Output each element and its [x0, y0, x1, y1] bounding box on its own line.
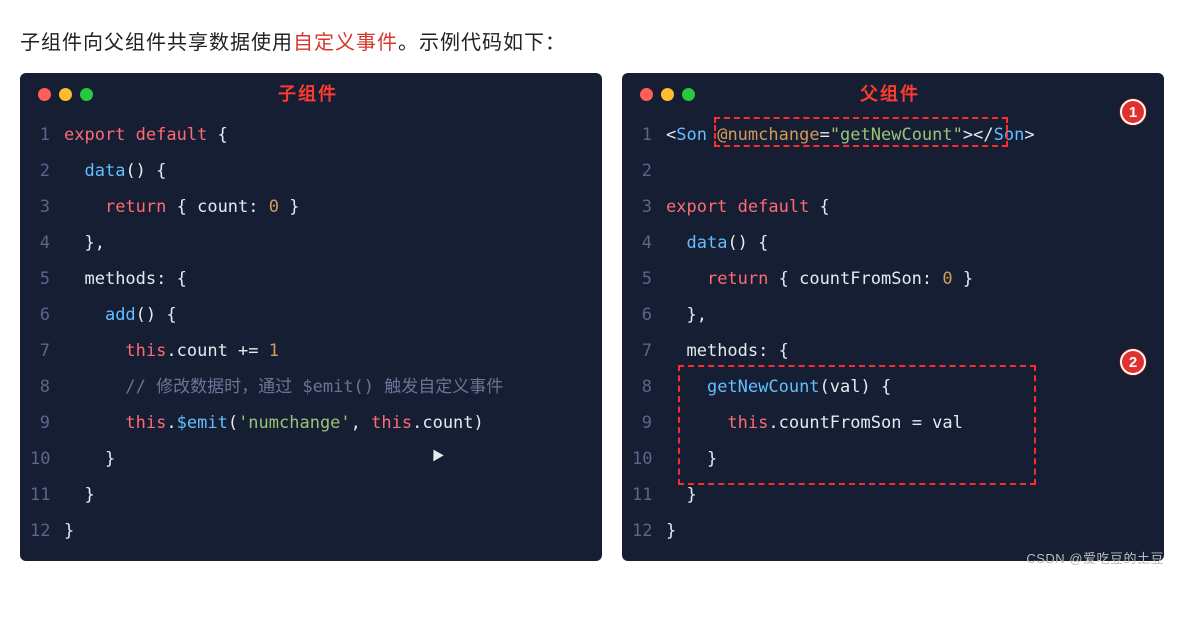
line-number: 3: [632, 189, 666, 225]
code-line: this.$emit('numchange', this.count): [64, 405, 586, 441]
callout-badge-1: 1: [1120, 99, 1146, 125]
code-block: 1export default {2 data() {3 return { co…: [30, 117, 586, 549]
line-number: 9: [632, 405, 666, 441]
line-number: 12: [30, 513, 64, 549]
code-line: getNewCount(val) {: [666, 369, 1148, 405]
line-number: 8: [632, 369, 666, 405]
page-heading: 子组件向父组件共享数据使用自定义事件。示例代码如下：: [20, 26, 1164, 55]
code-line: }: [666, 513, 1148, 549]
code-line: }: [666, 477, 1148, 513]
line-number: 5: [632, 261, 666, 297]
line-number: 6: [30, 297, 64, 333]
code-line: export default {: [64, 117, 586, 153]
panel-title: 子组件: [30, 85, 586, 103]
code-line: add() {: [64, 297, 586, 333]
line-number: 11: [632, 477, 666, 513]
line-number: 11: [30, 477, 64, 513]
minimize-icon: [59, 88, 72, 101]
code-line: }: [64, 477, 586, 513]
code-line: methods: {: [666, 333, 1148, 369]
line-number: 10: [632, 441, 666, 477]
code-line: methods: {: [64, 261, 586, 297]
child-component-panel: 子组件 1export default {2 data() {3 return …: [20, 73, 602, 561]
line-number: 10: [30, 441, 64, 477]
line-number: 9: [30, 405, 64, 441]
code-line: <Son @numchange="getNewCount"></Son>: [666, 117, 1148, 153]
callout-badge-2: 2: [1120, 349, 1146, 375]
maximize-icon: [80, 88, 93, 101]
heading-pre: 子组件向父组件共享数据使用: [20, 32, 293, 54]
window-titlebar: 父组件: [632, 87, 1148, 101]
code-line: return { countFromSon: 0 }: [666, 261, 1148, 297]
code-line: data() {: [666, 225, 1148, 261]
minimize-icon: [661, 88, 674, 101]
panels: 子组件 1export default {2 data() {3 return …: [20, 73, 1164, 561]
line-number: 1: [30, 117, 64, 153]
close-icon: [38, 88, 51, 101]
heading-highlight: 自定义事件: [293, 32, 398, 54]
line-number: 7: [632, 333, 666, 369]
traffic-lights: [640, 88, 695, 101]
code-line: }: [666, 441, 1148, 477]
line-number: 2: [30, 153, 64, 189]
line-number: 12: [632, 513, 666, 549]
heading-post: 。示例代码如下：: [398, 32, 566, 54]
code-line: return { count: 0 }: [64, 189, 586, 225]
code-line: export default {: [666, 189, 1148, 225]
line-number: 1: [632, 117, 666, 153]
window-titlebar: 子组件: [30, 87, 586, 101]
code-line: [666, 153, 1148, 189]
line-number: 2: [632, 153, 666, 189]
code-line: }: [64, 513, 586, 549]
code-line: }: [64, 441, 586, 477]
code-line: // 修改数据时，通过 $emit() 触发自定义事件: [64, 369, 586, 405]
watermark: CSDN @爱吃豆的土豆: [1026, 552, 1164, 565]
code-line: },: [64, 225, 586, 261]
line-number: 7: [30, 333, 64, 369]
line-number: 3: [30, 189, 64, 225]
panel-title: 父组件: [632, 85, 1148, 103]
code-line: this.count += 1: [64, 333, 586, 369]
code-block: 1<Son @numchange="getNewCount"></Son>23e…: [632, 117, 1148, 549]
code-line: },: [666, 297, 1148, 333]
code-line: data() {: [64, 153, 586, 189]
line-number: 8: [30, 369, 64, 405]
maximize-icon: [682, 88, 695, 101]
close-icon: [640, 88, 653, 101]
traffic-lights: [38, 88, 93, 101]
parent-component-panel: 父组件 1<Son @numchange="getNewCount"></Son…: [622, 73, 1164, 561]
code-line: this.countFromSon = val: [666, 405, 1148, 441]
line-number: 5: [30, 261, 64, 297]
line-number: 4: [632, 225, 666, 261]
line-number: 4: [30, 225, 64, 261]
line-number: 6: [632, 297, 666, 333]
